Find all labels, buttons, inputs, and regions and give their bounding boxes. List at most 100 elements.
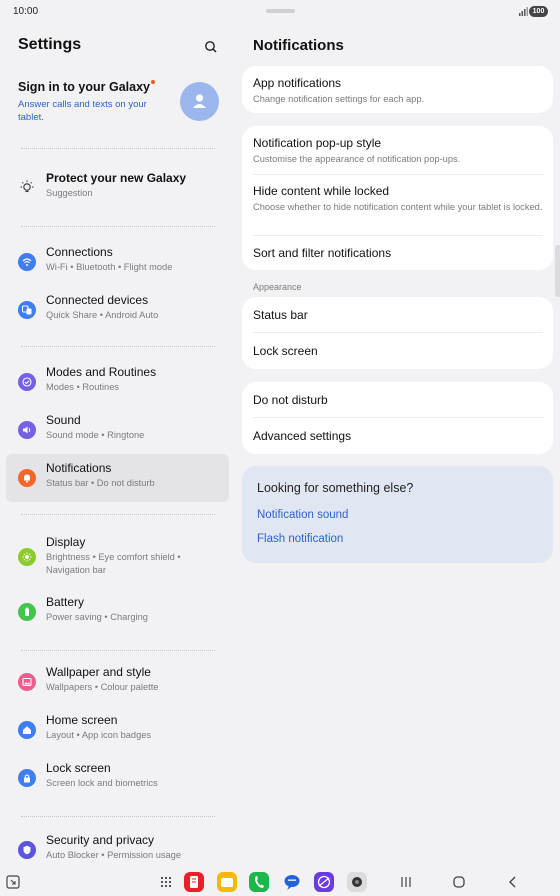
suggestion-card: Looking for something else? Notification…	[242, 466, 553, 563]
divider	[21, 816, 215, 817]
row-divider	[253, 332, 543, 333]
item-subtitle: Status bar • Do not disturb	[46, 478, 155, 488]
item-title: Connected devices	[46, 293, 149, 307]
card-appearance: Status bar Lock screen	[242, 297, 553, 369]
item-connections[interactable]: Connections Wi-Fi • Bluetooth • Flight m…	[6, 238, 229, 286]
phone-app-icon[interactable]	[248, 871, 270, 893]
row-status-bar[interactable]: Status bar	[253, 308, 543, 322]
item-subtitle: Suggestion	[46, 188, 93, 198]
card-notification-options: Notification pop-up style Customise the …	[242, 126, 553, 270]
row-title: Hide content while locked	[253, 184, 390, 198]
notification-dot	[150, 80, 155, 84]
item-title: Sound	[46, 413, 81, 427]
status-time: 10:00	[13, 6, 39, 17]
row-title: Do not disturb	[253, 393, 328, 407]
section-label-appearance: Appearance	[253, 282, 302, 292]
row-subtitle: Choose whether to hide notification cont…	[253, 202, 543, 212]
item-title: Connections	[46, 245, 113, 259]
item-title: Battery	[46, 595, 85, 609]
edge-panel-handle[interactable]	[555, 245, 560, 297]
item-battery[interactable]: Battery Power saving • Charging	[6, 588, 229, 636]
item-title: Notifications	[46, 461, 112, 475]
search-button[interactable]	[200, 36, 222, 58]
card-dnd-advanced: Do not disturb Advanced settings	[242, 382, 553, 454]
home-icon[interactable]	[448, 871, 470, 893]
avatar[interactable]	[180, 82, 219, 121]
modes-icon	[18, 373, 36, 391]
item-sound[interactable]: Sound Sound mode • Ringtone	[6, 406, 229, 454]
link-notification-sound[interactable]: Notification sound	[257, 509, 348, 521]
item-wallpaper[interactable]: Wallpaper and style Wallpapers • Colour …	[6, 658, 229, 706]
link-flash-notification[interactable]: Flash notification	[257, 533, 343, 545]
row-subtitle: Change notification settings for each ap…	[253, 94, 425, 104]
accessibility-icon[interactable]	[2, 871, 24, 893]
sign-in-banner[interactable]: Sign in to your Galaxy Answer calls and …	[18, 80, 168, 124]
divider	[21, 650, 215, 651]
lock-icon	[18, 769, 36, 787]
sun-icon	[18, 548, 36, 566]
internet-app-icon[interactable]	[313, 871, 335, 893]
item-subtitle: Power saving • Charging	[46, 612, 148, 622]
recents-icon[interactable]	[395, 871, 417, 893]
divider	[21, 346, 215, 347]
settings-title: Settings	[18, 36, 82, 53]
row-title: App notifications	[253, 76, 342, 90]
row-title: Status bar	[253, 308, 308, 322]
item-subtitle: Sound mode • Ringtone	[46, 430, 145, 440]
row-subtitle: Customise the appearance of notification…	[253, 154, 461, 164]
item-connected-devices[interactable]: Connected devices Quick Share • Android …	[6, 286, 229, 334]
item-display[interactable]: Display Brightness • Eye comfort shield …	[6, 528, 229, 586]
signal-icon	[519, 7, 528, 16]
search-icon	[205, 41, 217, 53]
back-icon[interactable]	[502, 871, 524, 893]
item-protect-galaxy[interactable]: Protect your new Galaxy Suggestion	[6, 164, 229, 212]
row-popup-style[interactable]: Notification pop-up style Customise the …	[253, 136, 543, 166]
person-icon	[193, 94, 206, 108]
row-divider	[253, 417, 543, 418]
item-subtitle: Wallpapers • Colour palette	[46, 682, 159, 692]
app-yellow-icon[interactable]	[216, 871, 238, 893]
row-divider	[253, 235, 543, 236]
divider	[21, 148, 215, 149]
drag-pill	[266, 9, 295, 13]
item-home-screen[interactable]: Home screen Layout • App icon badges	[6, 706, 229, 754]
navigation-bar	[0, 867, 560, 896]
item-title: Protect your new Galaxy	[46, 171, 187, 185]
item-title: Modes and Routines	[46, 365, 157, 379]
item-subtitle: Modes • Routines	[46, 382, 120, 392]
item-subtitle: Quick Share • Android Auto	[46, 310, 159, 320]
camera-app-icon[interactable]	[346, 871, 368, 893]
item-lock-screen[interactable]: Lock screen Screen lock and biometrics	[6, 754, 229, 802]
home-screen-icon	[18, 721, 36, 739]
item-modes-routines[interactable]: Modes and Routines Modes • Routines	[6, 358, 229, 406]
suggestion-title: Looking for something else?	[257, 481, 414, 495]
item-title: Home screen	[46, 713, 118, 727]
divider	[21, 226, 215, 227]
battery-icon: 100	[529, 6, 548, 17]
row-advanced-settings[interactable]: Advanced settings	[253, 429, 543, 443]
row-hide-content[interactable]: Hide content while locked Choose whether…	[253, 184, 543, 214]
card-app-notifications: App notifications Change notification se…	[242, 66, 553, 113]
battery-setting-icon	[18, 603, 36, 621]
item-subtitle: Wi-Fi • Bluetooth • Flight mode	[46, 262, 173, 272]
item-subtitle: Auto Blocker • Permission usage	[46, 850, 182, 860]
bell-icon	[18, 469, 36, 487]
app-red-icon[interactable]	[183, 871, 205, 893]
item-notifications[interactable]: Notifications Status bar • Do not distur…	[6, 454, 229, 502]
item-title: Display	[46, 535, 86, 549]
sign-in-subtitle: Answer calls and texts on your tablet.	[18, 99, 147, 123]
app-drawer-icon[interactable]	[155, 871, 177, 893]
lightbulb-icon	[20, 180, 34, 193]
row-app-notifications[interactable]: App notifications Change notification se…	[253, 76, 543, 106]
row-sort-filter[interactable]: Sort and filter notifications	[253, 246, 543, 260]
item-title: Wallpaper and style	[46, 665, 151, 679]
notifications-pane: Notifications App notifications Change n…	[236, 24, 560, 867]
item-title: Lock screen	[46, 761, 111, 775]
row-lock-screen[interactable]: Lock screen	[253, 344, 543, 358]
row-do-not-disturb[interactable]: Do not disturb	[253, 393, 543, 407]
status-bar: 10:00 100	[0, 0, 560, 24]
messages-app-icon[interactable]	[281, 871, 303, 893]
shield-icon	[18, 841, 36, 859]
row-title: Notification pop-up style	[253, 136, 382, 150]
row-title: Lock screen	[253, 344, 318, 358]
